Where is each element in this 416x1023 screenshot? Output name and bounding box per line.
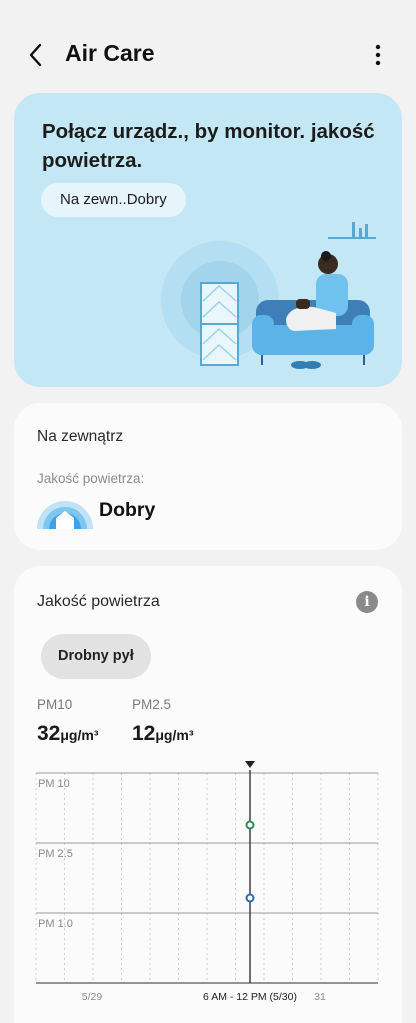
pm25-label: PM2.5 — [132, 697, 172, 712]
outdoor-title: Na zewnątrz — [37, 428, 124, 445]
chevron-left-icon — [29, 43, 42, 67]
pm10-value: 32 — [37, 722, 61, 745]
chart-band-label: PM 1.0 — [38, 918, 73, 930]
page-title: Air Care — [65, 40, 155, 66]
air-quality-label: Jakość powietrza: — [37, 471, 145, 486]
more-options-button[interactable] — [362, 38, 394, 72]
pm25-value: 12 — [132, 722, 156, 745]
chart-selection-marker — [245, 761, 255, 768]
air-quality-chart[interactable]: PM 10 PM 2.5 PM 1.0 5/29 6 AM - 12 PM (5/30)… — [14, 756, 402, 1006]
pm10-label: PM10 — [37, 697, 73, 712]
chart-x-tick-label: 31 — [314, 991, 326, 1003]
living-room-illustration — [161, 222, 376, 369]
chart-band-label: PM 10 — [38, 778, 70, 790]
chart-point-pm25 — [245, 893, 255, 903]
pm25-unit: μg/m³ — [155, 727, 194, 743]
outdoor-card[interactable]: Na zewnątrz Jakość powietrza: Dobry — [14, 403, 402, 550]
back-button[interactable] — [20, 38, 52, 72]
air-quality-value: Dobry — [99, 499, 156, 521]
more-vertical-icon — [375, 44, 381, 66]
air-quality-card: Jakość powietrza i Drobny pył PM10 32μg/… — [14, 566, 402, 1023]
air-quality-card-title: Jakość powietrza — [37, 593, 160, 610]
chart-point-pm10 — [245, 820, 255, 830]
pm25-value-row: 12μg/m³ — [132, 722, 193, 746]
chart-x-tick-label: 5/29 — [82, 991, 103, 1003]
air-quality-good-icon — [37, 501, 93, 529]
connect-device-banner[interactable]: Połącz urządz., by monitor. jakość powie… — [14, 93, 402, 387]
fine-dust-filter-chip[interactable]: Drobny pył — [41, 634, 151, 679]
pm10-reading: PM10 32μg/m³ — [37, 697, 98, 746]
chart-band-label: PM 2.5 — [38, 848, 73, 860]
chart-x-tick-label: 6 AM - 12 PM (5/30) — [203, 991, 297, 1003]
pm10-unit: μg/m³ — [60, 727, 99, 743]
info-icon[interactable]: i — [356, 591, 378, 613]
pm10-value-row: 32μg/m³ — [37, 722, 98, 746]
pm25-reading: PM2.5 12μg/m³ — [132, 697, 193, 746]
